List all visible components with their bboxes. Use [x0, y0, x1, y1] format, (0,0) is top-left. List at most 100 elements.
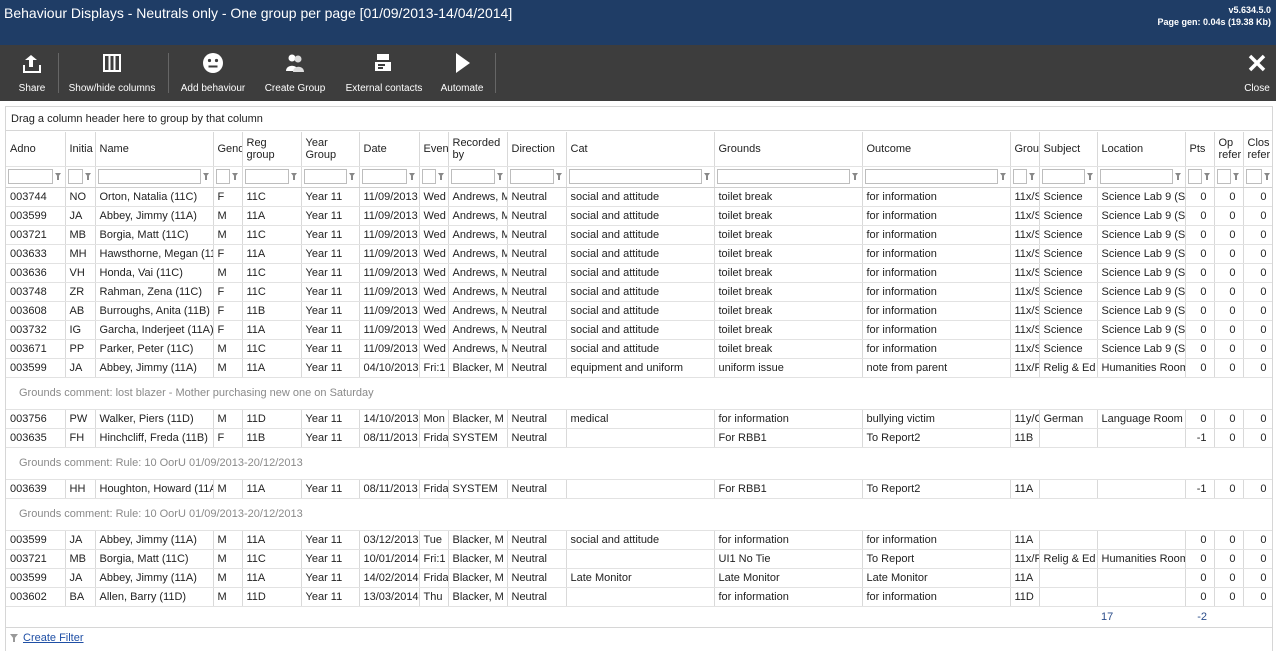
cell-pts: 0	[1185, 339, 1215, 359]
column-header-group[interactable]: Grou	[1010, 132, 1040, 167]
filter-input-location[interactable]	[1099, 169, 1173, 184]
table-row[interactable]: 003721 MB Borgia, Matt (11C) M 11C Year 11 10/…	[6, 549, 1272, 569]
filter-funnel-icon[interactable]	[1203, 169, 1212, 184]
column-header-gender[interactable]: Gend	[213, 132, 243, 167]
filter-input-init[interactable]	[67, 169, 83, 184]
external-contacts-button[interactable]: External contacts	[340, 45, 428, 101]
filter-funnel-icon[interactable]	[437, 169, 446, 184]
cell-cat: social and attitude	[566, 244, 715, 264]
filter-input-reg[interactable]	[244, 169, 289, 184]
filter-funnel-icon[interactable]	[496, 169, 505, 184]
column-header-location[interactable]: Location	[1097, 132, 1186, 167]
table-row[interactable]: 003599 JA Abbey, Jimmy (11A) M 11A Year 11 04/…	[6, 358, 1272, 378]
column-header-closed[interactable]: Clos refer	[1243, 132, 1272, 167]
table-row[interactable]: 003636 VH Honda, Vai (11C) M 11C Year 11 11/09…	[6, 263, 1272, 283]
column-header-outcome[interactable]: Outcome	[862, 132, 1011, 167]
column-header-year[interactable]: Year Group	[301, 132, 360, 167]
column-header-init[interactable]: Initia	[65, 132, 96, 167]
filter-cell-pts	[1185, 166, 1215, 188]
close-button[interactable]: Close	[1240, 45, 1274, 101]
filter-input-group[interactable]	[1012, 169, 1027, 184]
column-header-adno[interactable]: Adno	[6, 132, 66, 167]
filter-input-year[interactable]	[303, 169, 347, 184]
total-cell-year	[301, 606, 359, 627]
table-row[interactable]: 003599 JA Abbey, Jimmy (11A) M 11A Year 11 11/…	[6, 206, 1272, 226]
filter-funnel-icon[interactable]	[1232, 169, 1241, 184]
automate-button[interactable]: Automate	[436, 45, 488, 101]
cell-open: 0	[1214, 301, 1244, 321]
table-row[interactable]: 003608 AB Burroughs, Anita (11B) F 11B Year 1…	[6, 301, 1272, 321]
filter-input-subject[interactable]	[1041, 169, 1085, 184]
filter-funnel-icon[interactable]	[1086, 169, 1095, 184]
filter-funnel-icon[interactable]	[851, 169, 860, 184]
filter-funnel-icon[interactable]	[999, 169, 1008, 184]
filter-cell-reg	[242, 166, 302, 188]
filter-funnel-icon[interactable]	[84, 169, 93, 184]
table-row[interactable]: 003744 NO Orton, Natalia (11C) F 11C Year 11 1…	[6, 187, 1272, 207]
filter-input-direction[interactable]	[509, 169, 554, 184]
filter-funnel-icon[interactable]	[555, 169, 564, 184]
table-row[interactable]: 003639 HH Houghton, Howard (11A) M 11A Year 1…	[6, 479, 1272, 499]
filter-input-outcome[interactable]	[864, 169, 998, 184]
filter-input-event[interactable]	[421, 169, 436, 184]
filter-funnel-icon[interactable]	[408, 169, 417, 184]
filter-input-adno[interactable]	[8, 169, 53, 184]
cell-group: 11A	[1010, 479, 1040, 499]
table-row[interactable]: 003671 PP Parker, Peter (11C) M 11C Year 11 11…	[6, 339, 1272, 359]
table-row[interactable]: 003748 ZR Rahman, Zena (11C) F 11C Year 11 11/…	[6, 282, 1272, 302]
filter-input-recorded[interactable]	[450, 169, 495, 184]
column-header-name[interactable]: Name	[95, 132, 214, 167]
column-header-subject[interactable]: Subject	[1039, 132, 1098, 167]
filter-input-open[interactable]	[1216, 169, 1231, 184]
cell-adno: 003635	[6, 428, 66, 448]
filter-input-name[interactable]	[97, 169, 201, 184]
cell-direction: Neutral	[507, 568, 567, 588]
column-header-event[interactable]: Even	[419, 132, 449, 167]
column-header-open[interactable]: Op refer	[1214, 132, 1244, 167]
column-header-pts[interactable]: Pts	[1185, 132, 1215, 167]
filter-input-pts[interactable]	[1187, 169, 1202, 184]
table-row[interactable]: 003599 JA Abbey, Jimmy (11A) M 11A Year 11 03/…	[6, 530, 1272, 550]
filter-input-cat[interactable]	[568, 169, 702, 184]
filter-funnel-icon[interactable]	[290, 169, 299, 184]
filter-cell-adno	[6, 166, 66, 188]
create-group-button[interactable]: Create Group	[260, 45, 330, 101]
share-button[interactable]: Share	[10, 45, 54, 101]
filter-input-closed[interactable]	[1245, 169, 1262, 184]
group-by-drop-zone[interactable]: Drag a column header here to group by th…	[6, 107, 1272, 131]
filter-input-grounds[interactable]	[716, 169, 850, 184]
filter-funnel-icon[interactable]	[1174, 169, 1183, 184]
filter-funnel-icon[interactable]	[1028, 169, 1037, 184]
filter-funnel-icon[interactable]	[54, 169, 63, 184]
filter-funnel-icon[interactable]	[348, 169, 357, 184]
table-row[interactable]: 003721 MB Borgia, Matt (11C) M 11C Year 11 11/…	[6, 225, 1272, 245]
column-header-cat[interactable]: Cat	[566, 132, 715, 167]
filter-input-gender[interactable]	[215, 169, 230, 184]
table-row[interactable]: 003602 BA Allen, Barry (11D) M 11D Year 11 13/…	[6, 587, 1272, 607]
column-header-direction[interactable]: Direction	[507, 132, 567, 167]
table-row[interactable]: 003732 IG Garcha, Inderjeet (11A) F 11A Year …	[6, 320, 1272, 340]
version-text: v5.634.5.0	[1228, 5, 1271, 15]
table-row[interactable]: 003599 JA Abbey, Jimmy (11A) M 11A Year 11 14/…	[6, 568, 1272, 588]
column-header-grounds[interactable]: Grounds	[714, 132, 863, 167]
cell-outcome: for information	[862, 339, 1011, 359]
table-row[interactable]: 003635 FH Hinchcliff, Freda (11B) F 11B Year …	[6, 428, 1272, 448]
filter-funnel-icon[interactable]	[202, 169, 211, 184]
cell-init: IG	[65, 320, 96, 340]
cell-outcome: bullying victim	[862, 409, 1011, 429]
cell-outcome: To Report	[862, 549, 1011, 569]
add-behaviour-button[interactable]: Add behaviour	[174, 45, 252, 101]
filter-funnel-icon[interactable]	[1263, 169, 1272, 184]
table-row[interactable]: 003756 PW Walker, Piers (11D) M 11D Year 11 14…	[6, 409, 1272, 429]
table-row[interactable]: 003633MHHawsthorne, Megan (11A)F11AYear …	[6, 244, 1272, 264]
create-filter-link[interactable]: Create Filter	[23, 632, 84, 644]
column-header-recorded[interactable]: Recorded by	[448, 132, 508, 167]
filter-input-date[interactable]	[361, 169, 407, 184]
column-header-date[interactable]: Date	[359, 132, 420, 167]
cell-location	[1097, 568, 1186, 588]
cell-grounds: toilet break	[714, 263, 863, 283]
filter-funnel-icon[interactable]	[703, 169, 712, 184]
filter-funnel-icon[interactable]	[231, 169, 240, 184]
show-hide-columns-button[interactable]: Show/hide columns	[62, 45, 162, 101]
column-header-reg[interactable]: Reg group	[242, 132, 302, 167]
